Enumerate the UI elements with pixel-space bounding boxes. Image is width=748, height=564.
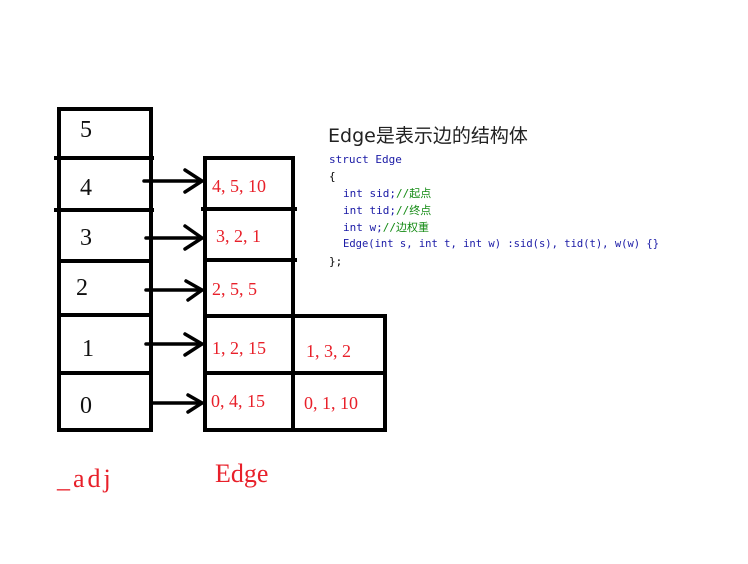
- code-title: Edge是表示边的结构体: [328, 125, 528, 147]
- arrow-0: [150, 393, 206, 414]
- code-open-brace: {: [329, 170, 336, 183]
- code-close-brace: };: [329, 255, 343, 268]
- code-tid-decl: int tid;: [343, 204, 396, 217]
- code-sid-line: int sid;//起点: [343, 188, 431, 199]
- adj-label: _adj: [57, 464, 114, 493]
- code-sid-comment: //起点: [395, 187, 432, 200]
- code-w-comment: //边权重: [382, 221, 429, 234]
- code-struct-line: struct Edge: [329, 153, 402, 166]
- code-w-decl: int w;: [343, 221, 383, 234]
- code-tid-comment: //终点: [395, 204, 432, 217]
- arrow-4: [142, 168, 206, 194]
- edge-label: Edge: [215, 459, 269, 488]
- arrow-2: [144, 279, 206, 302]
- code-constructor: Edge(int s, int t, int w) :sid(s), tid(t…: [343, 238, 660, 250]
- arrow-1: [144, 332, 206, 357]
- code-w-line: int w;//边权重: [343, 222, 429, 233]
- code-sid-decl: int sid;: [343, 187, 396, 200]
- arrow-3: [144, 224, 206, 251]
- code-tid-line: int tid;//终点: [343, 205, 431, 216]
